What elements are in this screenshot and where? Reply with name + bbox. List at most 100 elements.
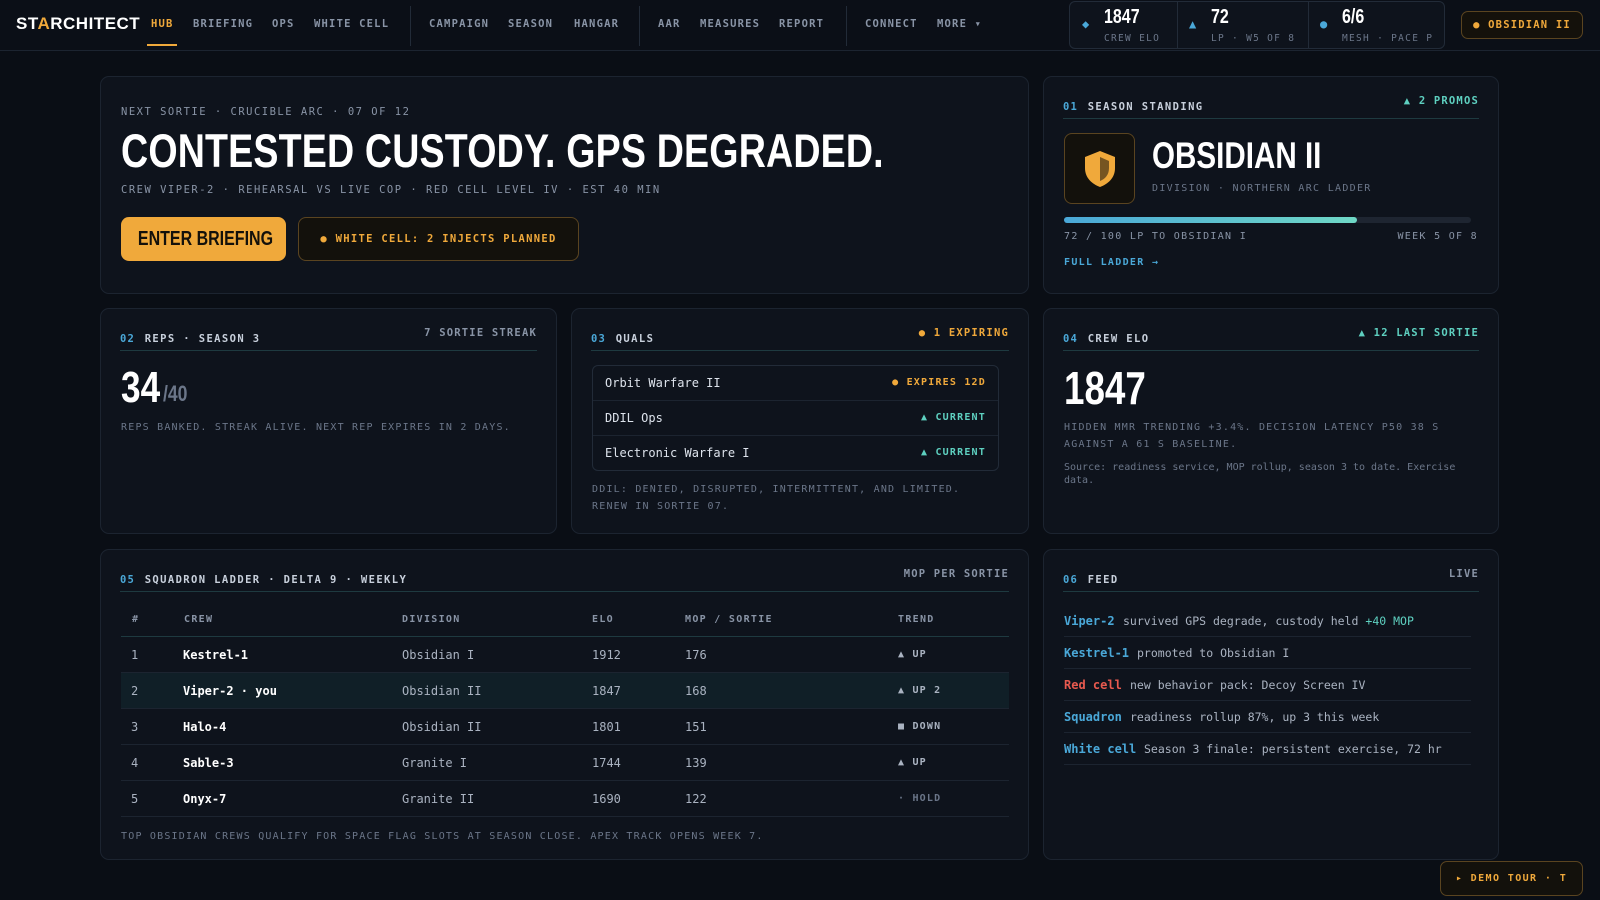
nav-connect[interactable]: CONNECT	[865, 18, 918, 30]
cell-trend: ■ DOWN	[898, 721, 942, 732]
reps-total: /40	[163, 381, 188, 406]
feed-message: survived GPS degrade, custody held +40 MO…	[1123, 614, 1414, 628]
list-item[interactable]: Squadron readiness rollup 87%, up 3 this …	[1064, 701, 1471, 733]
column-header-mop[interactable]: MOP / SORTIE	[685, 614, 773, 625]
feed-message-text: Season 3 finale: persistent exercise, 72…	[1144, 742, 1442, 756]
column-header-elo[interactable]: ELO	[592, 614, 614, 625]
cell-rank: 3	[131, 720, 139, 734]
stat-mesh[interactable]: ● 6/6 MESH · PACE P	[1320, 2, 1440, 48]
tier-division: DIVISION · NORTHERN ARC LADDER	[1152, 183, 1372, 194]
list-item[interactable]: Electronic Warfare I ▲ CURRENT	[593, 436, 998, 471]
column-header-division[interactable]: DIVISION	[402, 614, 461, 625]
list-item[interactable]: Orbit Warfare II ● EXPIRES 12D	[593, 366, 998, 401]
lp-progress-bar	[1064, 217, 1471, 223]
list-item[interactable]: Red cell new behavior pack: Decoy Screen …	[1064, 669, 1471, 701]
promos-badge: ▲ 2 PROMOS	[1403, 95, 1479, 107]
nav-hangar[interactable]: HANGAR	[574, 18, 619, 30]
quals-list: Orbit Warfare II ● EXPIRES 12D DDIL Ops …	[592, 365, 999, 471]
elo-description: HIDDEN MMR TRENDING +3.4%. DECISION LATE…	[1064, 422, 1440, 450]
cell-trend: ▲ UP	[898, 649, 927, 660]
card-number: 01	[1063, 101, 1079, 113]
feed-actor[interactable]: Viper-2	[1064, 614, 1115, 628]
sortie-title: CONTESTED CUSTODY. GPS DEGRADED.	[121, 124, 884, 177]
nav-measures[interactable]: MEASURES	[700, 18, 760, 30]
nav-white-cell[interactable]: WHITE CELL	[314, 18, 389, 30]
nav-aar[interactable]: AAR	[658, 18, 681, 30]
cell-elo: 1912	[592, 648, 621, 662]
feed-message: promoted to Obsidian I	[1137, 646, 1289, 660]
cell-rank: 1	[131, 648, 139, 662]
cell-crew: Halo-4	[183, 720, 227, 734]
qual-name: DDIL Ops	[605, 411, 663, 425]
nav-more[interactable]: MORE ▾	[937, 18, 982, 30]
demo-tour-button[interactable]: ▸ DEMO TOUR · T	[1440, 861, 1583, 896]
list-item[interactable]: Kestrel-1 promoted to Obsidian I	[1064, 637, 1471, 669]
cell-division: Granite I	[402, 756, 468, 770]
feed-actor[interactable]: Kestrel-1	[1064, 646, 1129, 660]
feed-message-text: promoted to Obsidian I	[1137, 646, 1290, 660]
cell-elo: 1847	[592, 684, 621, 698]
cell-division: Granite II	[402, 792, 475, 806]
nav-active-indicator	[147, 44, 177, 46]
enter-briefing-button[interactable]: ENTER BRIEFING	[121, 217, 286, 261]
stat-value: 6/6	[1342, 6, 1365, 28]
card-number: 06	[1063, 574, 1079, 586]
table-row[interactable]: 2 Viper-2 · you Obsidian II 1847 168 ▲ UP 2	[121, 673, 1009, 709]
feed-message-text: new behavior pack: Decoy Screen IV	[1130, 678, 1366, 692]
column-header-crew[interactable]: CREW	[184, 614, 213, 625]
nav-ops[interactable]: OPS	[272, 18, 295, 30]
stat-lp[interactable]: ▲ 72 LP · W5 OF 8	[1189, 2, 1309, 48]
diamond-icon: ◆	[1082, 17, 1090, 31]
table-row[interactable]: 1 Kestrel-1 Obsidian I 1912 176 ▲ UP	[121, 637, 1009, 673]
column-header-trend[interactable]: TREND	[898, 614, 935, 625]
card-header: 03 QUALS ● 1 EXPIRING	[591, 327, 1009, 351]
full-ladder-link[interactable]: FULL LADDER →	[1064, 257, 1159, 268]
card-header: 02 REPS · SEASON 3 7 SORTIE STREAK	[120, 327, 537, 351]
rank-pill[interactable]: ● OBSIDIAN II	[1461, 11, 1583, 39]
qual-status: ● EXPIRES 12D	[892, 377, 986, 388]
nav-briefing[interactable]: BRIEFING	[193, 18, 253, 30]
card-number: 02	[120, 333, 136, 345]
column-header-rank[interactable]: #	[132, 614, 139, 625]
white-cell-injects-button[interactable]: ● WHITE CELL: 2 INJECTS PLANNED	[298, 217, 579, 261]
quals-note: DDIL: DENIED, DISRUPTED, INTERMITTENT, A…	[592, 484, 961, 512]
list-item[interactable]: DDIL Ops ▲ CURRENT	[593, 401, 998, 436]
header-stats: ◆ 1847 CREW ELO ▲ 72 LP · W5 OF 8 ● 6/6 …	[1069, 1, 1445, 49]
cell-mop: 176	[685, 648, 707, 662]
ladder-footer: TOP OBSIDIAN CREWS QUALIFY FOR SPACE FLA…	[121, 831, 764, 842]
cell-trend: · HOLD	[898, 793, 942, 804]
card-header: 01 SEASON STANDING ▲ 2 PROMOS	[1063, 95, 1479, 119]
table-row[interactable]: 3 Halo-4 Obsidian II 1801 151 ■ DOWN	[121, 709, 1009, 745]
logo[interactable]: STARCHITECT	[16, 14, 140, 34]
week-text: WEEK 5 OF 8	[1397, 231, 1478, 242]
nav-report[interactable]: REPORT	[779, 18, 824, 30]
cell-mop: 139	[685, 756, 707, 770]
qual-status: ▲ CURRENT	[921, 412, 986, 423]
table-row[interactable]: 5 Onyx-7 Granite II 1690 122 · HOLD	[121, 781, 1009, 817]
card-title: FEED	[1087, 574, 1119, 586]
list-item[interactable]: White cell Season 3 finale: persistent ex…	[1064, 733, 1471, 765]
nav-season[interactable]: SEASON	[508, 18, 553, 30]
stat-label: LP · W5 OF 8	[1211, 33, 1296, 44]
live-badge: LIVE	[1448, 568, 1479, 580]
sortie-subtitle: CREW VIPER-2 · REHEARSAL VS LIVE COP · R…	[121, 184, 661, 196]
table-row[interactable]: 4 Sable-3 Granite I 1744 139 ▲ UP	[121, 745, 1009, 781]
cell-division: Obsidian I	[402, 648, 475, 662]
ladder-metric: MOP PER SORTIE	[903, 568, 1009, 580]
nav-hub[interactable]: HUB	[151, 18, 174, 30]
stat-label: MESH · PACE P	[1342, 33, 1434, 44]
stat-label: CREW ELO	[1104, 33, 1161, 44]
cell-elo: 1744	[592, 756, 621, 770]
stat-value: 1847	[1104, 6, 1140, 28]
feed-actor[interactable]: Red cell	[1064, 678, 1122, 692]
feed-actor[interactable]: Squadron	[1064, 710, 1122, 724]
list-item[interactable]: Viper-2 survived GPS degrade, custody hel…	[1064, 605, 1471, 637]
crew-elo-card: 04 CREW ELO ▲ 12 LAST SORTIE 1847 HIDDEN…	[1043, 308, 1499, 534]
squadron-ladder-card: 05 SQUADRON LADDER · DELTA 9 · WEEKLY MO…	[100, 549, 1029, 860]
stat-crew-elo[interactable]: ◆ 1847 CREW ELO	[1082, 2, 1182, 48]
cell-elo: 1801	[592, 720, 621, 734]
cell-crew: Onyx-7	[183, 792, 227, 806]
nav-campaign[interactable]: CAMPAIGN	[429, 18, 489, 30]
feed-actor[interactable]: White cell	[1064, 742, 1136, 756]
card-title: SEASON STANDING	[1087, 101, 1204, 113]
